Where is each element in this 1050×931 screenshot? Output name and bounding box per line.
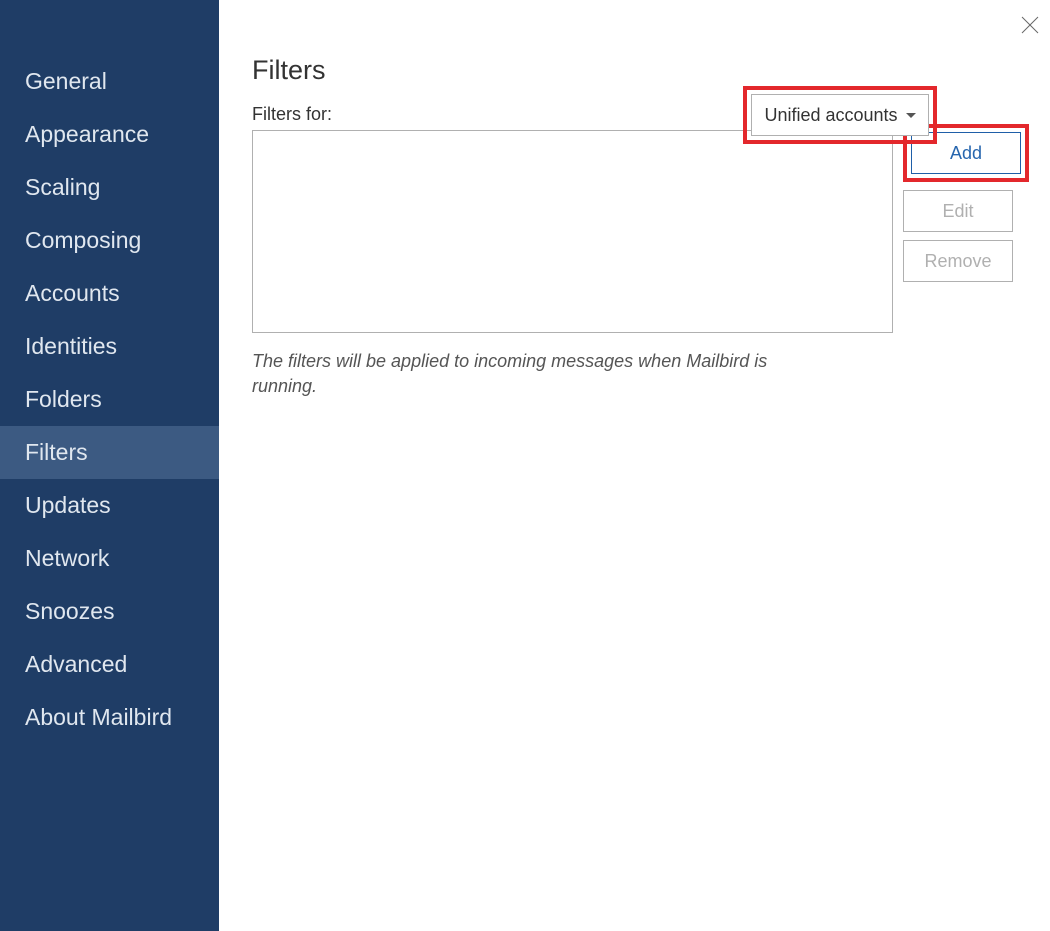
button-label: Edit — [942, 201, 973, 222]
main-panel: Filters Filters for: Unified accounts Ad… — [219, 0, 1050, 931]
sidebar-item-label: Appearance — [25, 121, 149, 147]
sidebar-item-label: Accounts — [25, 280, 120, 306]
dropdown-value: Unified accounts — [764, 105, 897, 126]
sidebar-item-label: Folders — [25, 386, 102, 412]
filters-for-row: Filters for: Unified accounts — [252, 104, 1029, 125]
button-label: Add — [950, 143, 982, 164]
button-label: Remove — [924, 251, 991, 272]
sidebar-item-composing[interactable]: Composing — [0, 214, 219, 267]
remove-button[interactable]: Remove — [903, 240, 1013, 282]
sidebar-item-updates[interactable]: Updates — [0, 479, 219, 532]
filters-content-row: Add Edit Remove — [252, 130, 1029, 333]
sidebar-item-accounts[interactable]: Accounts — [0, 267, 219, 320]
settings-window: General Appearance Scaling Composing Acc… — [0, 0, 1050, 931]
sidebar-item-label: Network — [25, 545, 109, 571]
sidebar-item-advanced[interactable]: Advanced — [0, 638, 219, 691]
info-text: The filters will be applied to incoming … — [252, 349, 772, 399]
sidebar-item-appearance[interactable]: Appearance — [0, 108, 219, 161]
sidebar-item-identities[interactable]: Identities — [0, 320, 219, 373]
sidebar-item-label: General — [25, 68, 107, 94]
sidebar-item-general[interactable]: General — [0, 55, 219, 108]
sidebar-item-label: About Mailbird — [25, 704, 172, 730]
sidebar-item-network[interactable]: Network — [0, 532, 219, 585]
dropdown-highlight-annotation: Unified accounts — [743, 86, 937, 144]
filters-list[interactable] — [252, 130, 893, 333]
edit-button[interactable]: Edit — [903, 190, 1013, 232]
account-dropdown[interactable]: Unified accounts — [751, 94, 929, 136]
sidebar-item-folders[interactable]: Folders — [0, 373, 219, 426]
close-button[interactable] — [1019, 14, 1041, 36]
sidebar-item-label: Updates — [25, 492, 111, 518]
sidebar-item-label: Identities — [25, 333, 117, 359]
close-icon — [1021, 16, 1039, 34]
filter-action-buttons: Add Edit Remove — [903, 130, 1029, 333]
sidebar-item-scaling[interactable]: Scaling — [0, 161, 219, 214]
sidebar-item-label: Scaling — [25, 174, 100, 200]
page-title: Filters — [252, 55, 1029, 86]
sidebar-item-label: Composing — [25, 227, 141, 253]
chevron-down-icon — [906, 113, 916, 118]
sidebar-item-snoozes[interactable]: Snoozes — [0, 585, 219, 638]
sidebar-item-label: Filters — [25, 439, 88, 465]
sidebar-item-label: Snoozes — [25, 598, 115, 624]
sidebar-item-label: Advanced — [25, 651, 127, 677]
sidebar: General Appearance Scaling Composing Acc… — [0, 0, 219, 931]
sidebar-item-filters[interactable]: Filters — [0, 426, 219, 479]
sidebar-item-about-mailbird[interactable]: About Mailbird — [0, 691, 219, 744]
